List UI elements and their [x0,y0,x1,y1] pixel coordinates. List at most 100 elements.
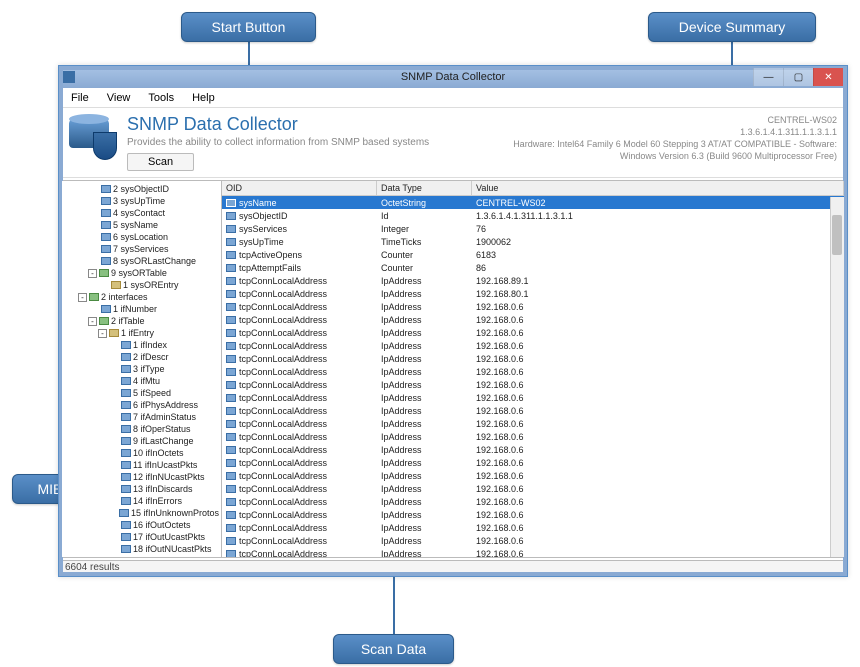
tree-toggle[interactable]: - [88,269,97,278]
tree-toggle[interactable]: - [88,317,97,326]
tree-node[interactable]: 6 ifPhysAddress [66,399,219,411]
table-row[interactable]: tcpConnLocalAddressIpAddress192.168.0.6 [222,443,844,456]
row-icon [226,420,236,428]
tree-node[interactable]: 7 ifAdminStatus [66,411,219,423]
cell-value: 192.168.89.1 [472,276,844,286]
table-row[interactable]: tcpConnLocalAddressIpAddress192.168.0.6 [222,339,844,352]
table-row[interactable]: tcpConnLocalAddressIpAddress192.168.0.6 [222,534,844,547]
tree-node[interactable]: 2 ifDescr [66,351,219,363]
tree-node[interactable]: -1 ifEntry [66,327,219,339]
tree-node[interactable]: -2 ifTable [66,315,219,327]
table-row[interactable]: tcpConnLocalAddressIpAddress192.168.0.6 [222,300,844,313]
column-oid[interactable]: OID [222,181,377,195]
table-row[interactable]: tcpConnLocalAddressIpAddress192.168.0.6 [222,365,844,378]
table-row[interactable]: tcpConnLocalAddressIpAddress192.168.0.6 [222,456,844,469]
tree-node[interactable]: 9 ifLastChange [66,435,219,447]
tree-node[interactable]: 1 sysOREntry [66,279,219,291]
tree-node[interactable]: 11 ifInUcastPkts [66,459,219,471]
table-row[interactable]: tcpConnLocalAddressIpAddress192.168.0.6 [222,547,844,557]
tree-node[interactable]: 12 ifInNUcastPkts [66,471,219,483]
tree-node[interactable]: 2 sysObjectID [66,183,219,195]
mib-tree[interactable]: 2 sysObjectID3 sysUpTime4 sysContact5 sy… [62,181,222,557]
tree-toggle[interactable]: - [78,293,87,302]
tree-node[interactable]: 8 ifOperStatus [66,423,219,435]
tree-node[interactable]: 1 ifIndex [66,339,219,351]
cell-type: IpAddress [377,536,472,546]
table-row[interactable]: tcpConnLocalAddressIpAddress192.168.0.6 [222,352,844,365]
menu-help[interactable]: Help [184,90,223,106]
maximize-button[interactable]: ▢ [783,68,813,86]
tree-node[interactable]: -2 interfaces [66,291,219,303]
table-row[interactable]: tcpConnLocalAddressIpAddress192.168.0.6 [222,430,844,443]
table-row[interactable]: tcpConnLocalAddressIpAddress192.168.0.6 [222,495,844,508]
tree-node[interactable]: 10 ifInOctets [66,447,219,459]
table-row[interactable]: sysUpTimeTimeTicks1900062 [222,235,844,248]
tree-node[interactable]: 4 sysContact [66,207,219,219]
tree-node[interactable]: 6 sysLocation [66,231,219,243]
tree-node[interactable]: 8 sysORLastChange [66,255,219,267]
tree-node[interactable]: 19 ifOutDiscards [66,555,219,557]
table-row[interactable]: tcpConnLocalAddressIpAddress192.168.0.6 [222,326,844,339]
tree-node[interactable]: 13 ifInDiscards [66,483,219,495]
table-row[interactable]: tcpConnLocalAddressIpAddress192.168.0.6 [222,417,844,430]
table-row[interactable]: tcpConnLocalAddressIpAddress192.168.0.6 [222,404,844,417]
menu-view[interactable]: View [99,90,139,106]
cell-oid: tcpConnLocalAddress [239,289,327,299]
device-oid: 1.3.6.1.4.1.311.1.1.3.1.1 [477,126,837,138]
minimize-button[interactable]: — [753,68,783,86]
table-row[interactable]: tcpConnLocalAddressIpAddress192.168.0.6 [222,508,844,521]
table-row[interactable]: tcpConnLocalAddressIpAddress192.168.80.1 [222,287,844,300]
table-row[interactable]: tcpConnLocalAddressIpAddress192.168.0.6 [222,521,844,534]
cell-oid: sysName [239,198,277,208]
scan-button[interactable]: Scan [127,153,194,171]
tree-node[interactable]: 5 sysName [66,219,219,231]
cell-value: 192.168.0.6 [472,380,844,390]
table-row[interactable]: sysObjectIDId1.3.6.1.4.1.311.1.1.3.1.1 [222,209,844,222]
tree-label: 1 sysOREntry [123,279,179,291]
table-row[interactable]: tcpConnLocalAddressIpAddress192.168.89.1 [222,274,844,287]
tree-node[interactable]: 7 sysServices [66,243,219,255]
grid-body[interactable]: sysNameOctetStringCENTREL-WS02sysObjectI… [222,196,844,557]
table-row[interactable]: tcpConnLocalAddressIpAddress192.168.0.6 [222,378,844,391]
tree-node[interactable]: 3 ifType [66,363,219,375]
titlebar[interactable]: SNMP Data Collector — ▢ ✕ [59,66,847,88]
table-row[interactable]: sysNameOctetStringCENTREL-WS02 [222,196,844,209]
tree-label: 12 ifInNUcastPkts [133,471,205,483]
tree-node[interactable]: 4 ifMtu [66,375,219,387]
scrollbar-thumb[interactable] [832,215,842,255]
tree-node[interactable]: 5 ifSpeed [66,387,219,399]
column-value[interactable]: Value [472,181,844,195]
column-type[interactable]: Data Type [377,181,472,195]
leaf-icon [101,305,111,313]
main-content: 2 sysObjectID3 sysUpTime4 sysContact5 sy… [61,180,845,558]
tree-node[interactable]: 3 sysUpTime [66,195,219,207]
tree-node[interactable]: -9 sysORTable [66,267,219,279]
cell-value: 86 [472,263,844,273]
tree-node[interactable]: 18 ifOutNUcastPkts [66,543,219,555]
menu-file[interactable]: File [63,90,97,106]
menu-tools[interactable]: Tools [140,90,182,106]
tree-node[interactable]: 17 ifOutUcastPkts [66,531,219,543]
table-row[interactable]: tcpConnLocalAddressIpAddress192.168.0.6 [222,391,844,404]
close-button[interactable]: ✕ [813,68,843,86]
tree-node[interactable]: 1 ifNumber [66,303,219,315]
row-icon [226,524,236,532]
leaf-icon [121,401,131,409]
leaf-icon [101,233,111,241]
cell-type: IpAddress [377,276,472,286]
table-row[interactable]: tcpConnLocalAddressIpAddress192.168.0.6 [222,469,844,482]
tree-toggle[interactable]: - [98,329,107,338]
grid-scrollbar[interactable] [830,197,844,557]
table-row[interactable]: tcpConnLocalAddressIpAddress192.168.0.6 [222,482,844,495]
cell-value: 192.168.0.6 [472,406,844,416]
cell-oid: tcpConnLocalAddress [239,523,327,533]
leaf-icon [121,389,131,397]
table-row[interactable]: tcpAttemptFailsCounter86 [222,261,844,274]
tree-node[interactable]: 15 ifInUnknownProtos [66,507,219,519]
table-row[interactable]: tcpActiveOpensCounter6183 [222,248,844,261]
table-row[interactable]: tcpConnLocalAddressIpAddress192.168.0.6 [222,313,844,326]
tree-node[interactable]: 14 ifInErrors [66,495,219,507]
table-row[interactable]: sysServicesInteger76 [222,222,844,235]
cell-oid: tcpConnLocalAddress [239,536,327,546]
tree-node[interactable]: 16 ifOutOctets [66,519,219,531]
